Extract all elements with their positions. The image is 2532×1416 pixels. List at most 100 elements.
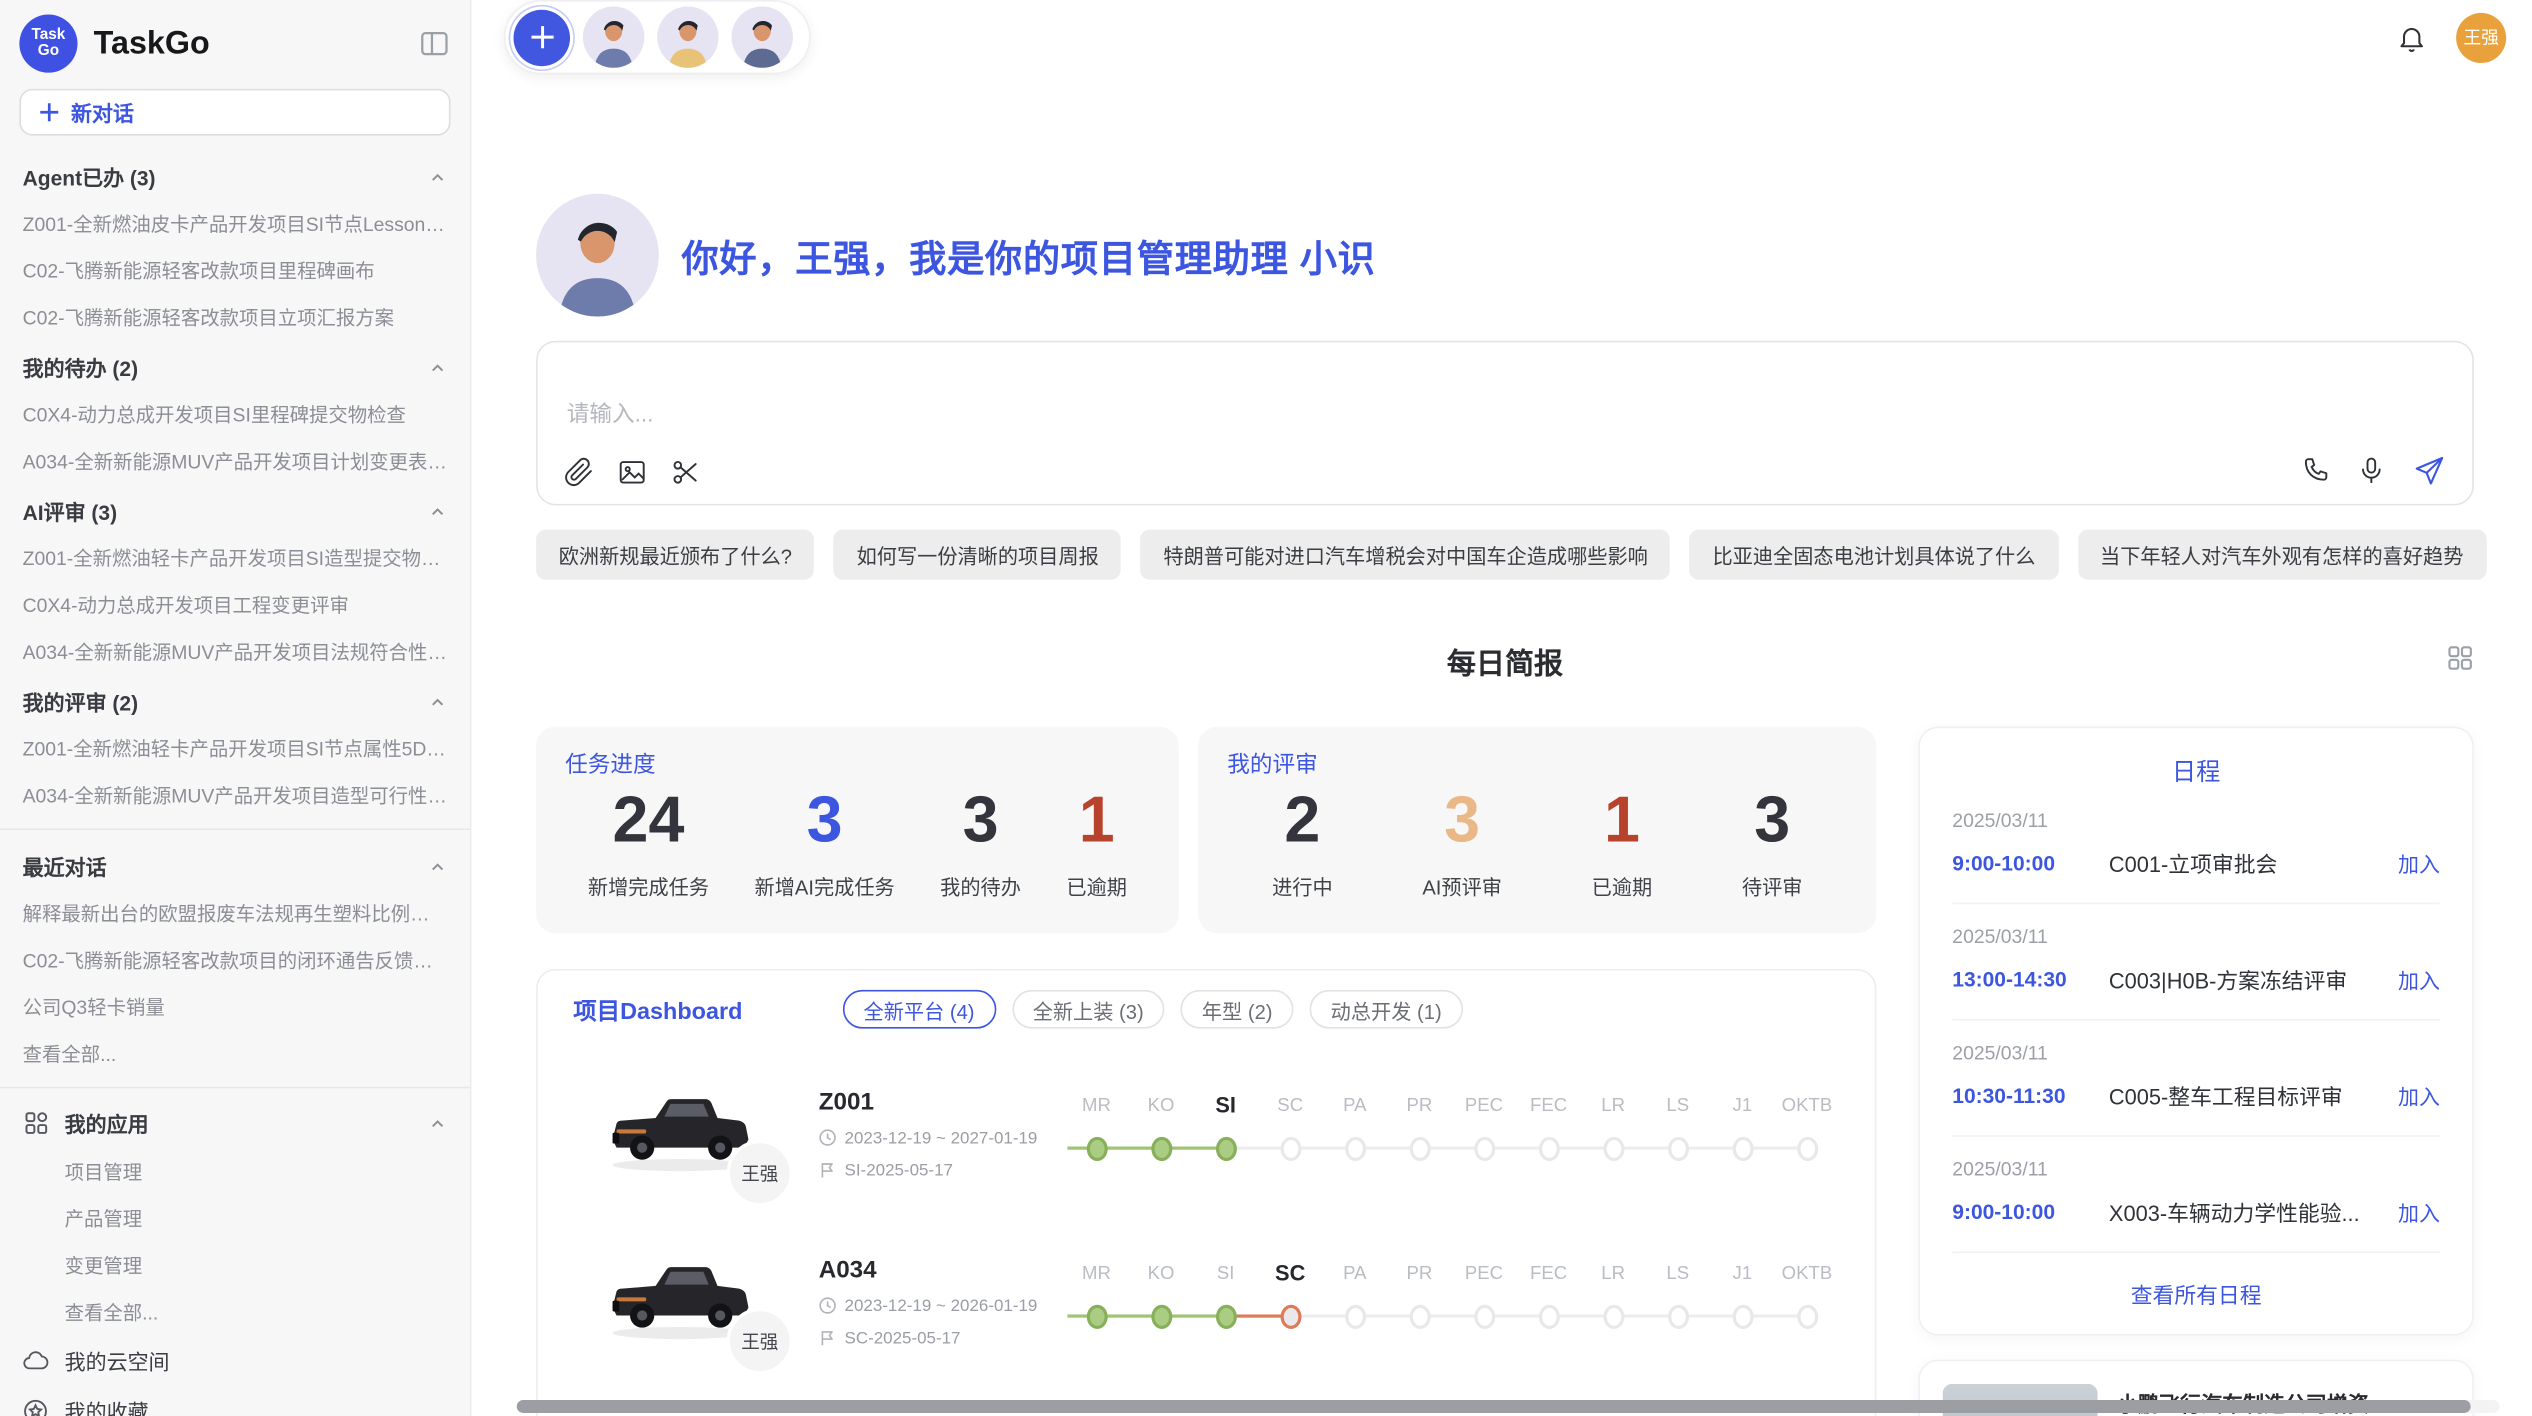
sidebar-task-item[interactable]: C0X4-动力总成开发项目SI里程碑提交物检查	[0, 391, 470, 438]
sidebar-section-header[interactable]: AI评审 (3)	[0, 484, 470, 534]
new-chat-button[interactable]: 新对话	[19, 89, 450, 136]
agent-avatar[interactable]	[657, 6, 718, 67]
recent-chat-item[interactable]: 解释最新出台的欧盟报废车法规再生塑料比例被调至15%...	[0, 890, 470, 937]
phone-icon[interactable]	[2299, 455, 2330, 486]
chevron-up-icon[interactable]	[428, 857, 447, 876]
sidebar-task-item[interactable]: C02-飞腾新能源轻客改款项目里程碑画布	[0, 247, 470, 294]
dashboard-filter-chip[interactable]: 全新上装 (3)	[1012, 990, 1165, 1029]
milestone-dot[interactable]	[1796, 1305, 1817, 1329]
event-join-link[interactable]: 加入	[2398, 1196, 2440, 1227]
milestone-dot[interactable]	[1474, 1305, 1495, 1329]
milestone-dot[interactable]	[1086, 1305, 1107, 1329]
clock-icon	[819, 1129, 837, 1147]
milestone-dot[interactable]	[1215, 1137, 1236, 1161]
chevron-up-icon[interactable]	[428, 501, 447, 520]
notification-bell-icon[interactable]	[2396, 22, 2427, 53]
app-window: Task Go TaskGo 新对话 Agent已办 (3)Z001-全新燃油皮…	[0, 0, 2532, 1416]
event-join-link[interactable]: 加入	[2398, 1079, 2440, 1110]
scrollbar-thumb[interactable]	[517, 1400, 2470, 1413]
sidebar-task-item[interactable]: C02-飞腾新能源轻客改款项目立项汇报方案	[0, 294, 470, 341]
app-sub-item[interactable]: 查看全部...	[0, 1289, 470, 1336]
milestone-dot[interactable]	[1409, 1137, 1430, 1161]
agent-avatar[interactable]	[732, 6, 793, 67]
dashboard-header: 项目Dashboard 全新平台 (4)全新上装 (3)年型 (2)动总开发 (…	[564, 990, 1849, 1029]
chat-input[interactable]	[567, 400, 2020, 426]
agent-avatar[interactable]	[583, 6, 644, 67]
stat-value: 3	[1742, 783, 1803, 857]
milestone-dot[interactable]	[1667, 1137, 1688, 1161]
milestone-dot[interactable]	[1344, 1305, 1365, 1329]
suggestion-chip[interactable]: 欧洲新规最近颁布了什么?	[536, 530, 814, 580]
view-all-schedule-link[interactable]: 查看所有日程	[1952, 1253, 2440, 1324]
recent-chat-item[interactable]: C02-飞腾新能源轻客改款项目的闭环通告反馈情况	[0, 937, 470, 984]
chevron-up-icon[interactable]	[428, 692, 447, 711]
milestone-dot[interactable]	[1732, 1305, 1753, 1329]
chevron-up-icon[interactable]	[428, 1113, 447, 1132]
sidebar-collapse-icon[interactable]	[418, 27, 450, 59]
milestone-dot[interactable]	[1538, 1305, 1559, 1329]
suggestion-chip[interactable]: 如何写一份清晰的项目周报	[834, 530, 1121, 580]
sidebar-scroll-area: Agent已办 (3)Z001-全新燃油皮卡产品开发项目SI节点Lesson L…	[0, 150, 470, 1416]
project-owner-badge: 王强	[727, 1308, 793, 1374]
chevron-up-icon[interactable]	[428, 167, 447, 186]
suggestion-chip[interactable]: 特朗普可能对进口汽车增税会对中国车企造成哪些影响	[1141, 530, 1671, 580]
sidebar-task-item[interactable]: A034-全新新能源MUV产品开发项目计划变更表编写	[0, 438, 470, 485]
sidebar-item-my-apps[interactable]: 我的应用	[0, 1098, 470, 1148]
sidebar-task-item[interactable]: A034-全新新能源MUV产品开发项目法规符合性评审	[0, 628, 470, 675]
recent-chat-item[interactable]: 公司Q3轻卡销量	[0, 983, 470, 1030]
event-join-link[interactable]: 加入	[2398, 847, 2440, 878]
milestone-dot[interactable]	[1151, 1305, 1172, 1329]
recent-chat-item[interactable]: 查看全部...	[0, 1030, 470, 1077]
milestone-dot[interactable]	[1796, 1137, 1817, 1161]
sidebar-section-header[interactable]: Agent已办 (3)	[0, 150, 470, 200]
app-sub-item[interactable]: 变更管理	[0, 1242, 470, 1289]
milestone-dot[interactable]	[1344, 1137, 1365, 1161]
sidebar-section-header[interactable]: 最近对话	[0, 840, 470, 890]
scissors-icon[interactable]	[670, 457, 701, 488]
event-join-link[interactable]: 加入	[2398, 963, 2440, 994]
milestone-dot[interactable]	[1280, 1137, 1301, 1161]
app-sub-item[interactable]: 产品管理	[0, 1195, 470, 1242]
project-flag: SC-2025-05-17	[819, 1328, 1055, 1347]
user-avatar[interactable]: 王强	[2456, 12, 2506, 62]
app-sub-item[interactable]: 项目管理	[0, 1148, 470, 1195]
sidebar-task-item[interactable]: Z001-全新燃油轻卡产品开发项目SI节点属性5D文件评审	[0, 725, 470, 772]
event-title: C005-整车工程目标评审	[2109, 1079, 2385, 1111]
layout-grid-icon[interactable]	[2446, 644, 2473, 671]
stat-cards: 任务进度24新增完成任务3新增AI完成任务3我的待办1已逾期我的评审2进行中3A…	[536, 727, 1876, 934]
dashboard-filter-chip[interactable]: 全新平台 (4)	[843, 990, 996, 1029]
milestone-dot[interactable]	[1603, 1137, 1624, 1161]
milestone-dot[interactable]	[1603, 1305, 1624, 1329]
milestone-dot[interactable]	[1215, 1305, 1236, 1329]
suggestion-chip[interactable]: 当下年轻人对汽车外观有怎样的喜好趋势	[2077, 530, 2486, 580]
sidebar-task-item[interactable]: C0X4-动力总成开发项目工程变更评审	[0, 581, 470, 628]
add-agent-button[interactable]	[514, 9, 571, 66]
project-owner-badge: 王强	[727, 1140, 793, 1206]
milestone-dot[interactable]	[1151, 1137, 1172, 1161]
sidebar-task-item[interactable]: Z001-全新燃油皮卡产品开发项目SI节点Lesson Learn报告	[0, 200, 470, 247]
chevron-up-icon[interactable]	[428, 358, 447, 377]
milestone-dot[interactable]	[1667, 1305, 1688, 1329]
image-icon[interactable]	[617, 457, 648, 488]
milestone-dot[interactable]	[1280, 1305, 1301, 1329]
sidebar-task-item[interactable]: Z001-全新燃油轻卡产品开发项目SI造型提交物评审	[0, 534, 470, 581]
milestone-dot[interactable]	[1474, 1137, 1495, 1161]
stat-value: 24	[588, 783, 709, 857]
sidebar-section-header[interactable]: 我的待办 (2)	[0, 341, 470, 391]
milestone-dot[interactable]	[1732, 1137, 1753, 1161]
sidebar-link[interactable]: 我的云空间	[0, 1335, 470, 1385]
greeting-text: 你好，王强，我是你的项目管理助理 小识	[681, 228, 1375, 283]
milestone-dot[interactable]	[1538, 1137, 1559, 1161]
send-icon[interactable]	[2413, 454, 2447, 488]
microphone-icon[interactable]	[2356, 455, 2387, 486]
sidebar-link[interactable]: 我的收藏	[0, 1385, 470, 1416]
sidebar-section-header[interactable]: 我的评审 (2)	[0, 675, 470, 725]
dashboard-filter-chip[interactable]: 年型 (2)	[1181, 990, 1294, 1029]
milestone-dot[interactable]	[1086, 1137, 1107, 1161]
suggestion-chip[interactable]: 比亚迪全固态电池计划具体说了什么	[1690, 530, 2058, 580]
sidebar-task-item[interactable]: A034-全新新能源MUV产品开发项目造型可行性评审	[0, 772, 470, 819]
paperclip-icon[interactable]	[564, 457, 595, 488]
dashboard-filter-chip[interactable]: 动总开发 (1)	[1310, 990, 1463, 1029]
milestone-dot[interactable]	[1409, 1305, 1430, 1329]
stat: 3AI预评审	[1422, 783, 1502, 901]
